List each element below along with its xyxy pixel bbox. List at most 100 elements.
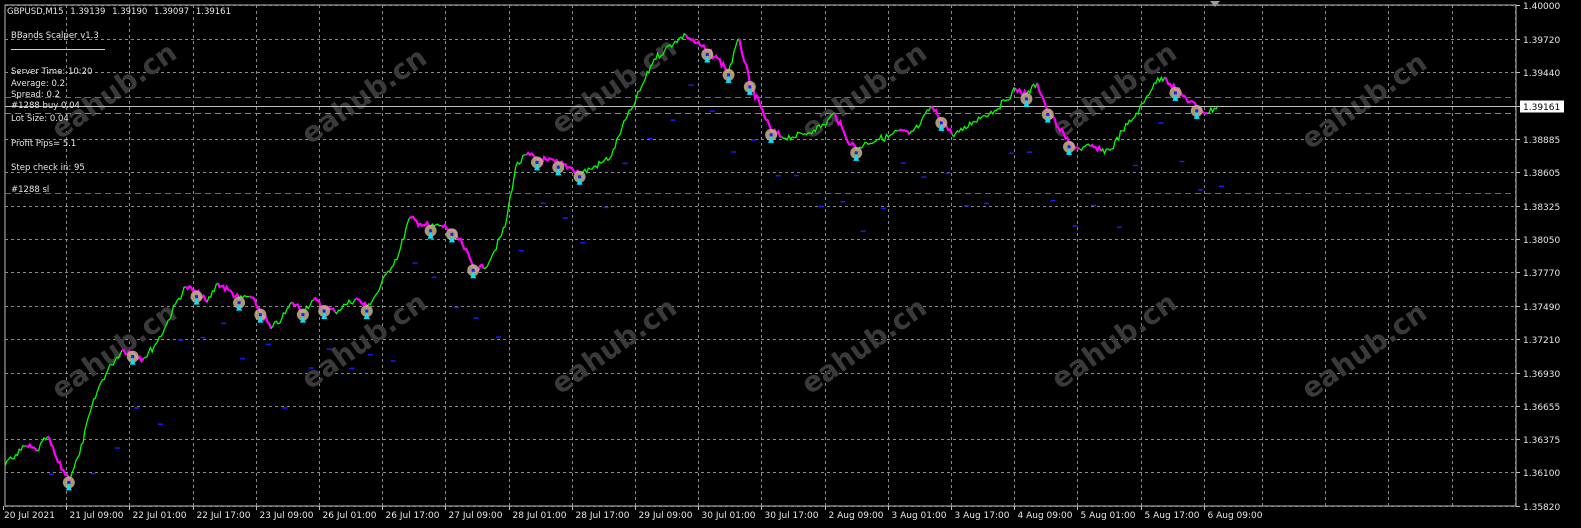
price-label: 1.38325 bbox=[1523, 203, 1560, 213]
symbol-label: GBPUSD,M15 bbox=[7, 7, 64, 17]
trade-dot bbox=[1195, 109, 1199, 113]
band-dot bbox=[562, 217, 568, 219]
time-label: 2 Aug 09:00 bbox=[829, 511, 884, 521]
band-dot bbox=[326, 348, 332, 350]
time-label: 22 Jul 01:00 bbox=[133, 511, 187, 521]
time-label: 28 Jul 17:00 bbox=[576, 511, 630, 521]
band-dot bbox=[200, 336, 206, 339]
trade-dot bbox=[322, 309, 326, 313]
price-label: 1.36100 bbox=[1523, 469, 1560, 479]
band-dot bbox=[266, 343, 272, 346]
ea-name: BBands Scalper v1.3 bbox=[11, 31, 99, 41]
price-label: 1.35820 bbox=[1523, 503, 1560, 513]
price-label: 1.38605 bbox=[1523, 169, 1560, 179]
average-text: Average: 0.2 bbox=[11, 79, 65, 89]
trade-dot bbox=[195, 295, 199, 299]
trade-dot bbox=[1067, 145, 1071, 149]
trade-dot bbox=[450, 232, 454, 236]
chart-background bbox=[0, 0, 1581, 528]
band-dot bbox=[49, 473, 55, 475]
band-dot bbox=[921, 176, 927, 178]
band-dot bbox=[240, 357, 246, 360]
trade-dot bbox=[429, 229, 433, 233]
band-dot bbox=[367, 353, 373, 356]
band-dot bbox=[282, 407, 288, 409]
band-dot bbox=[1179, 160, 1185, 163]
band-dot bbox=[1198, 189, 1204, 191]
time-label: 5 Aug 01:00 bbox=[1081, 511, 1136, 521]
band-dot bbox=[818, 205, 824, 208]
band-dot bbox=[1072, 225, 1078, 227]
band-dot bbox=[840, 200, 846, 203]
time-label: 23 Jul 09:00 bbox=[260, 511, 314, 521]
server-time: Server Time: 10:20 bbox=[11, 67, 93, 77]
band-dot bbox=[775, 175, 781, 177]
band-dot bbox=[794, 174, 800, 177]
band-dot bbox=[688, 84, 694, 86]
profit-pips-text: Profit Pips= 5.1 bbox=[11, 139, 77, 149]
band-dot bbox=[709, 110, 715, 112]
band-dot bbox=[390, 360, 396, 362]
trade-dot bbox=[748, 85, 752, 89]
trade-dot bbox=[705, 53, 709, 57]
price-label: 1.39440 bbox=[1523, 69, 1560, 79]
time-label: 5 Aug 17:00 bbox=[1145, 511, 1200, 521]
time-label: 3 Aug 17:00 bbox=[955, 511, 1010, 521]
price-label: 1.38050 bbox=[1523, 236, 1560, 246]
band-dot bbox=[1050, 199, 1056, 202]
band-dot bbox=[1027, 151, 1033, 153]
close-value: 1.39161 bbox=[195, 7, 231, 17]
band-dot bbox=[431, 276, 437, 279]
high-value: 1.39190 bbox=[112, 7, 148, 17]
band-dot bbox=[580, 241, 586, 244]
price-label: 1.40000 bbox=[1523, 2, 1560, 12]
time-label: 29 Jul 09:00 bbox=[639, 511, 693, 521]
price-label: 1.39720 bbox=[1523, 36, 1560, 46]
low-value: 1.39097 bbox=[153, 7, 190, 17]
band-dot bbox=[1158, 122, 1164, 124]
band-dot bbox=[495, 336, 501, 338]
lot-size-text: Lot Size: 0.04 bbox=[11, 114, 69, 124]
band-dot bbox=[134, 407, 140, 409]
time-label: 4 Aug 09:00 bbox=[1018, 511, 1073, 521]
ea-divider bbox=[11, 49, 105, 50]
trade-dot bbox=[1024, 97, 1028, 101]
trade-dot bbox=[471, 268, 475, 272]
trade-dot bbox=[67, 480, 71, 484]
chart-window[interactable]: eahub.cn eahub.cn eahub.cn eahub.cn eahub.cn… bbox=[0, 0, 1581, 528]
price-chart[interactable]: eahub.cn eahub.cn eahub.cn eahub.cn eahub.cn… bbox=[0, 0, 1581, 528]
band-dot bbox=[157, 423, 163, 425]
price-label: 1.36655 bbox=[1523, 403, 1560, 413]
time-label: 28 Jul 01:00 bbox=[513, 511, 567, 521]
trade-dot bbox=[258, 313, 262, 317]
trade-dot bbox=[1046, 112, 1050, 116]
band-dot bbox=[114, 447, 120, 449]
trade-dot bbox=[578, 175, 582, 179]
band-dot bbox=[1116, 226, 1122, 228]
band-dot bbox=[622, 162, 628, 165]
step-check-text: Step check in: 95 bbox=[11, 163, 85, 173]
band-dot bbox=[751, 139, 757, 141]
price-label: 1.38885 bbox=[1523, 136, 1560, 146]
trade-dot bbox=[301, 313, 305, 317]
band-dot bbox=[473, 317, 479, 319]
band-dot bbox=[900, 162, 906, 164]
band-dot bbox=[647, 137, 653, 140]
trade-dot bbox=[727, 73, 731, 77]
band-dot bbox=[860, 230, 866, 232]
band-dot bbox=[221, 322, 227, 325]
band-dot bbox=[964, 205, 970, 207]
band-dot bbox=[603, 206, 609, 209]
time-label: 26 Jul 17:00 bbox=[386, 511, 440, 521]
time-label: 30 Jul 17:00 bbox=[765, 511, 819, 521]
trade-dot bbox=[854, 151, 858, 155]
band-dot bbox=[349, 367, 355, 370]
band-dot bbox=[945, 172, 951, 174]
band-dot bbox=[540, 202, 546, 205]
trade-dot bbox=[1173, 91, 1177, 95]
chart-header: GBPUSD,M15 1.39139 1.39190 1.39097 1.391… bbox=[7, 7, 235, 17]
trade-dot bbox=[237, 301, 241, 305]
trade-dot bbox=[769, 133, 773, 137]
band-dot bbox=[1091, 204, 1097, 207]
price-label: 1.36375 bbox=[1523, 436, 1560, 446]
